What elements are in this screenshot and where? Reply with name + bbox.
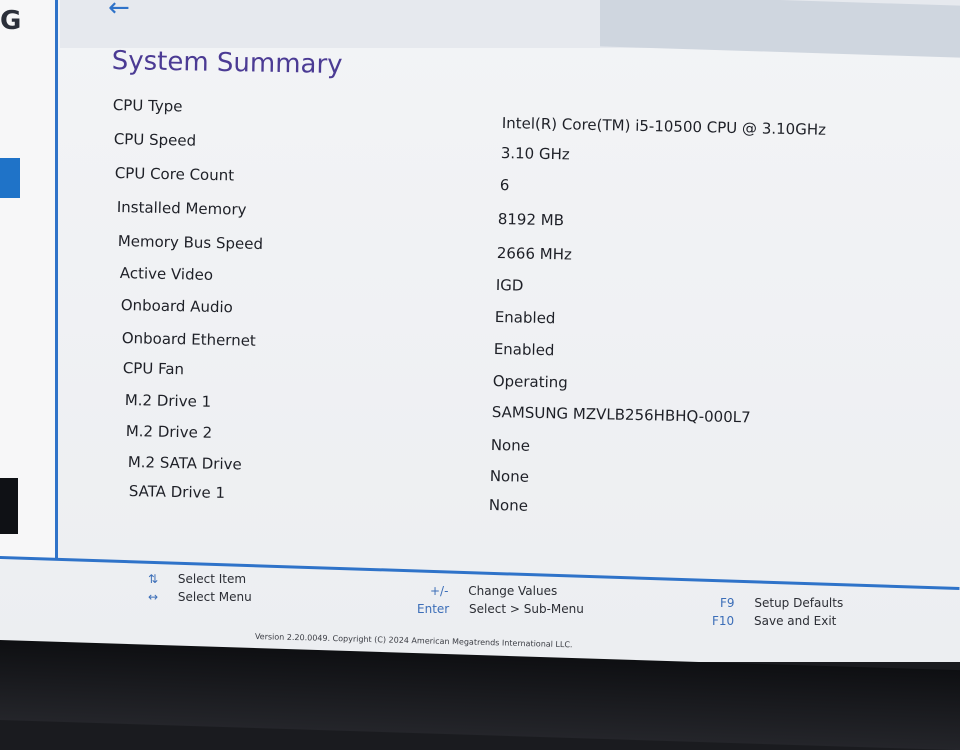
selected-menu-tab[interactable] xyxy=(0,158,20,198)
summary-label: M.2 Drive 1 xyxy=(124,391,212,411)
summary-row[interactable]: CPU Fan Operating xyxy=(88,359,888,392)
summary-value: 6 xyxy=(499,176,510,195)
summary-value: None xyxy=(488,496,529,515)
hint-key: +/- xyxy=(430,584,449,598)
summary-row[interactable]: CPU Speed 3.10 GHz xyxy=(88,130,888,163)
hint-key: F9 xyxy=(720,596,735,610)
summary-value: Enabled xyxy=(494,308,556,328)
summary-label: Onboard Ethernet xyxy=(121,329,256,350)
summary-row[interactable]: M.2 Drive 1 SAMSUNG MZVLB256HBHQ-000L7 xyxy=(88,391,888,426)
page-title: System Summary xyxy=(111,46,343,81)
hint-setup-defaults: F9 Setup Defaults xyxy=(720,596,843,610)
bios-screen: G ← System Summary CPU Type Intel(R) Cor… xyxy=(0,0,960,662)
summary-label: SATA Drive 1 xyxy=(128,482,226,503)
hint-select-item: ⇅ Select Item xyxy=(148,572,246,586)
hint-desc: Select Menu xyxy=(177,590,252,604)
hint-select-menu: ↔ Select Menu xyxy=(148,590,252,604)
vendor-logo: G xyxy=(0,6,22,36)
summary-label: Active Video xyxy=(119,264,214,284)
hint-desc: Save and Exit xyxy=(754,614,837,628)
summary-label: M.2 Drive 2 xyxy=(125,422,213,442)
summary-row[interactable]: Active Video IGD xyxy=(88,264,888,295)
summary-label: Installed Memory xyxy=(116,198,247,219)
hint-desc: Select > Sub-Menu xyxy=(469,602,584,616)
summary-row[interactable]: SATA Drive 1 None xyxy=(88,482,888,515)
hint-key: F10 xyxy=(712,614,735,628)
summary-row[interactable]: Onboard Ethernet Enabled xyxy=(88,329,888,359)
hint-change-values: +/- Change Values xyxy=(430,584,557,598)
arrow-left-icon[interactable]: ← xyxy=(108,0,136,21)
hint-desc: Change Values xyxy=(468,584,558,598)
summary-row[interactable]: M.2 Drive 2 None xyxy=(88,422,888,455)
summary-value: 8192 MB xyxy=(497,210,565,230)
header-bar xyxy=(60,0,960,58)
hint-key: Enter xyxy=(417,602,450,616)
system-summary-list: CPU Type Intel(R) Core(TM) i5-10500 CPU … xyxy=(88,88,960,558)
updown-arrow-icon: ⇅ xyxy=(148,572,159,586)
hint-desc: Select Item xyxy=(177,572,247,586)
left-navigation-rail: G xyxy=(0,0,58,560)
hint-save-exit: F10 Save and Exit xyxy=(712,614,836,628)
summary-row[interactable]: CPU Type Intel(R) Core(TM) i5-10500 CPU … xyxy=(88,96,888,139)
summary-label: Memory Bus Speed xyxy=(117,232,264,254)
summary-label: CPU Fan xyxy=(122,359,185,379)
summary-value: None xyxy=(490,436,531,455)
summary-label: Onboard Audio xyxy=(120,296,234,317)
hint-desc: Setup Defaults xyxy=(754,596,844,610)
summary-label: CPU Type xyxy=(112,96,183,116)
summary-value: IGD xyxy=(495,276,524,295)
summary-value: Enabled xyxy=(493,340,555,360)
summary-row[interactable]: Installed Memory 8192 MB xyxy=(88,198,888,229)
summary-label: M.2 SATA Drive xyxy=(127,453,242,474)
leftright-arrow-icon: ↔ xyxy=(148,590,159,604)
summary-label: CPU Speed xyxy=(113,130,197,150)
summary-row[interactable]: Memory Bus Speed 2666 MHz xyxy=(88,232,888,264)
header-accent-strip xyxy=(600,0,960,58)
summary-row[interactable]: CPU Core Count 6 xyxy=(88,164,888,194)
summary-row[interactable]: M.2 SATA Drive None xyxy=(88,453,888,486)
summary-value: Operating xyxy=(492,372,568,392)
summary-row[interactable]: Onboard Audio Enabled xyxy=(88,296,888,327)
hint-sub-menu: Enter Select > Sub-Menu xyxy=(417,602,584,616)
side-panel-fragment xyxy=(0,478,18,534)
summary-value: 2666 MHz xyxy=(496,244,573,264)
summary-value: 3.10 GHz xyxy=(500,144,570,164)
summary-label: CPU Core Count xyxy=(114,164,235,185)
